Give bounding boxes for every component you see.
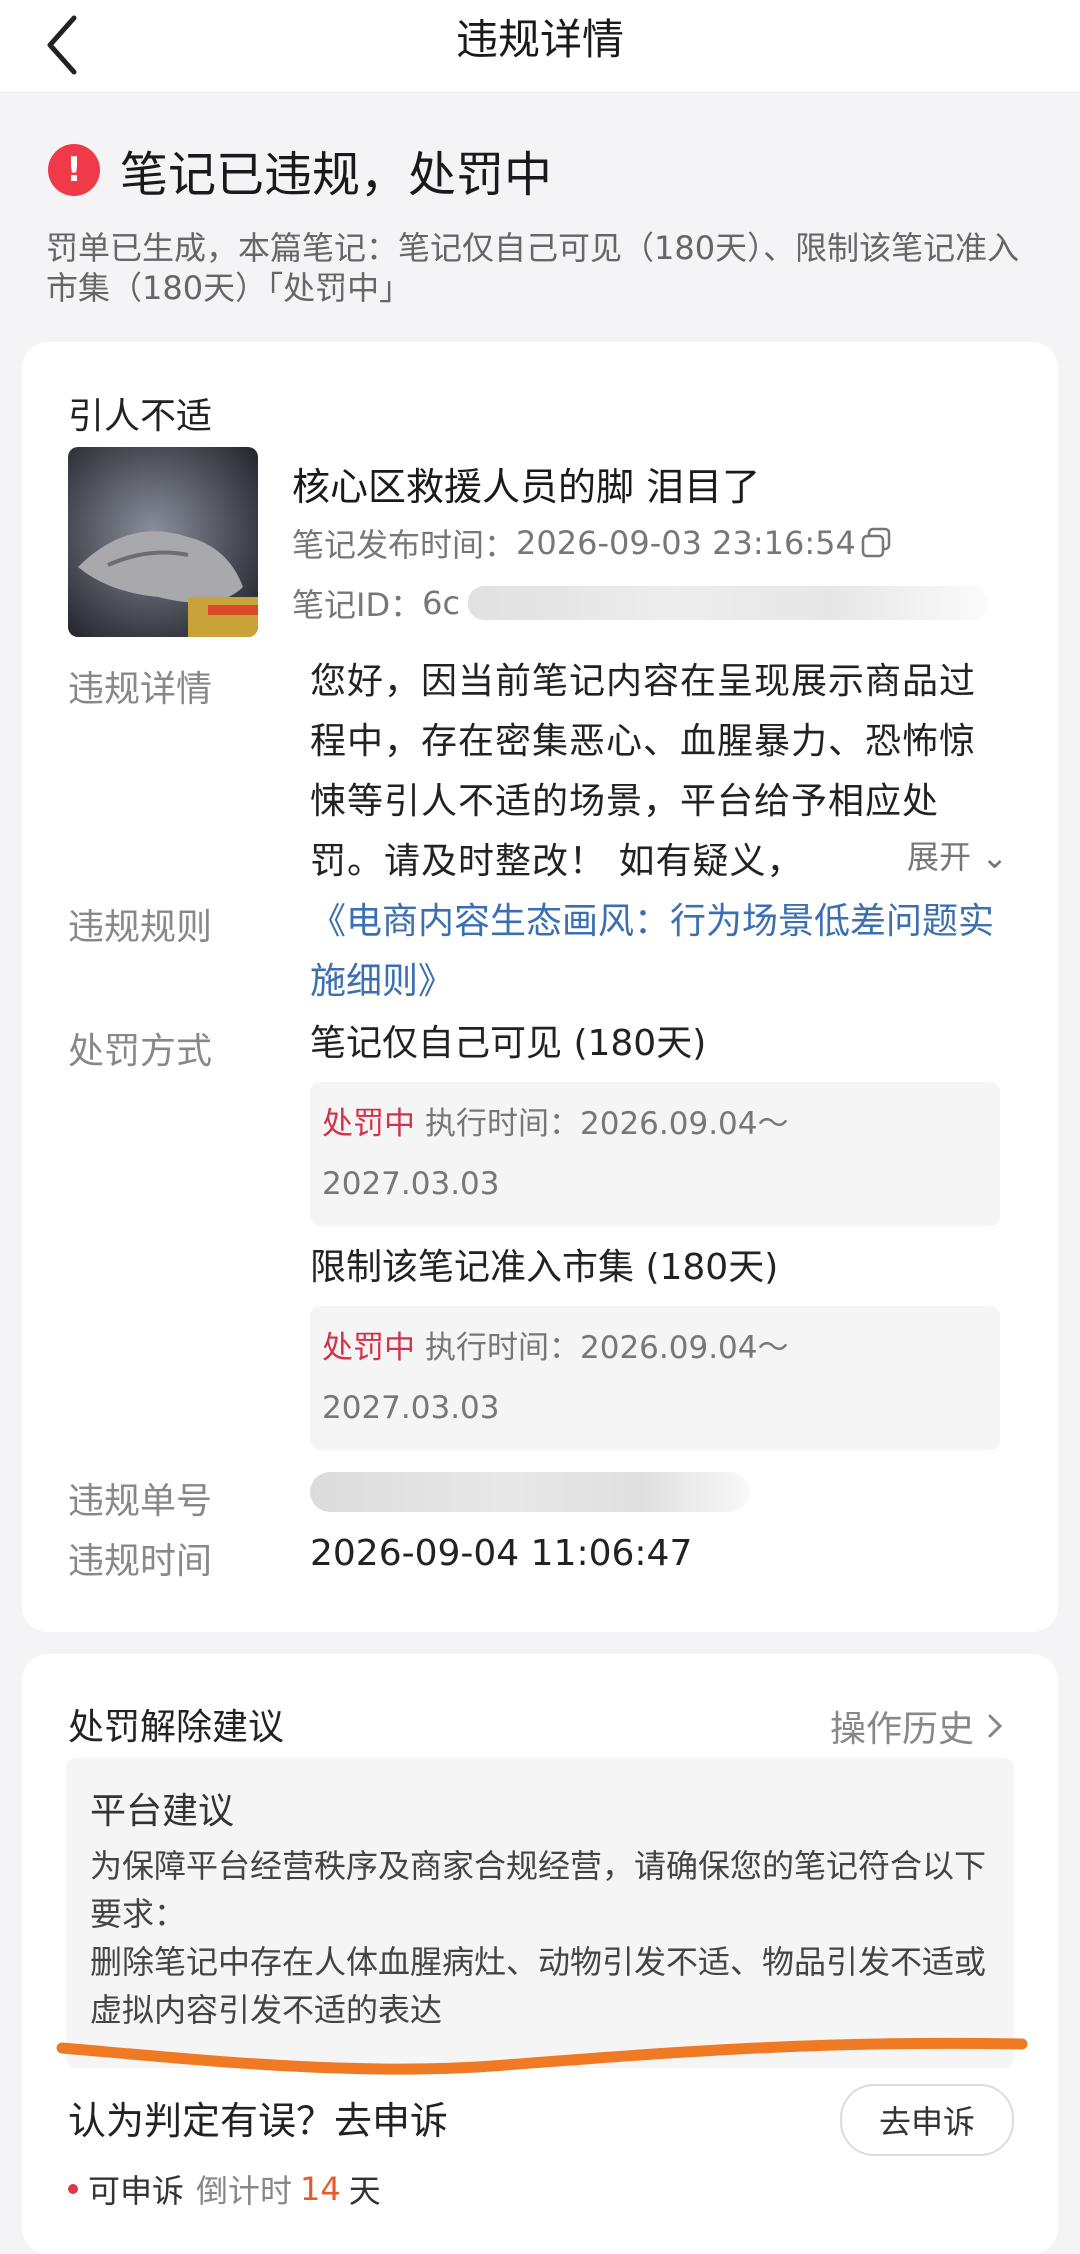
note-publish-time: 笔记发布时间： 2026-09-03 23:16:54: [292, 520, 894, 566]
penalty-label: 处罚方式: [68, 1031, 213, 1072]
exclamation-icon: !: [48, 144, 100, 196]
penalty-status-2: 处罚中: [322, 1330, 415, 1366]
time-value: 2026-09-04 11:06:47: [310, 1533, 693, 1574]
suggestion-card: 处罚解除建议 操作历史 平台建议 为保障平台经营秩序及商家合规经营，请确保您的笔…: [22, 1654, 1058, 2254]
thumbnail-image: [68, 447, 258, 637]
order-number-redacted: [310, 1472, 750, 1512]
expand-button[interactable]: 展开 ⌄: [897, 832, 1008, 878]
redacted-blur: [468, 586, 989, 620]
appeal-button[interactable]: 去申诉: [840, 2084, 1014, 2156]
platform-suggestion-title: 平台建议: [90, 1791, 235, 1832]
violation-category: 引人不适: [68, 396, 213, 437]
penalty-start-2: 2026.09.04～: [580, 1330, 789, 1366]
detail-label: 违规详情: [68, 669, 213, 710]
time-label: 违规时间: [68, 1541, 213, 1582]
alert-description: 罚单已生成，本篇笔记：笔记仅自己可见（180天）、限制该笔记准入市集（180天）…: [46, 229, 1020, 307]
suggestion-title: 处罚解除建议: [68, 1707, 285, 1748]
order-label: 违规单号: [68, 1481, 213, 1522]
penalty-exec-label-2: 执行时间：: [425, 1330, 580, 1366]
penalty-title-2: 限制该笔记准入市集 (180天): [310, 1247, 779, 1288]
note-id-label: 笔记ID：: [292, 586, 423, 624]
orange-highlight-stroke: [56, 2037, 1028, 2075]
top-bar: 违规详情: [0, 0, 1080, 93]
chevron-right-icon: [988, 1714, 1003, 1738]
note-title: 核心区救援人员的脚 泪目了: [292, 465, 761, 509]
appeal-status-label: 可申诉: [88, 2172, 185, 2210]
operation-history-link[interactable]: 操作历史: [830, 1700, 1008, 1752]
penalty-exec-label-1: 执行时间：: [425, 1106, 580, 1142]
penalty-box-2: 处罚中 执行时间：2026.09.04～ 2027.03.03: [310, 1306, 1000, 1450]
alert-title: 笔记已违规，处罚中: [120, 147, 553, 203]
penalty-end-2: 2027.03.03: [322, 1390, 500, 1426]
chevron-down-icon: ⌄: [981, 838, 1008, 876]
penalty-box-1: 处罚中 执行时间：2026.09.04～ 2027.03.03: [310, 1082, 1000, 1226]
appeal-status: 可申诉 倒计时 14 天: [68, 2166, 381, 2212]
history-label: 操作历史: [829, 1709, 974, 1750]
platform-suggestion-text-1: 为保障平台经营秩序及商家合规经营，请确保您的笔记符合以下要求：: [90, 1847, 987, 1933]
appeal-question: 认为判定有误？去申诉: [68, 2099, 449, 2143]
platform-suggestion-text-2: 删除笔记中存在人体血腥病灶、动物引发不适、物品引发不适或虚拟内容引发不适的表达: [90, 1943, 987, 2029]
expand-label: 展开: [907, 838, 972, 876]
countdown-unit: 天: [348, 2172, 381, 2210]
violation-alert: ! 笔记已违规，处罚中: [48, 140, 552, 203]
violation-card: 引人不适 核心区救援人员的脚 泪目了 笔记发布时间： 2026-09-03 23…: [22, 342, 1058, 1632]
rule-link[interactable]: 《电商内容生态画风：行为场景低差问题实施细则》: [310, 892, 1010, 1012]
publish-time-value: 2026-09-03 23:16:54: [516, 524, 856, 562]
countdown-label: 倒计时: [196, 2172, 293, 2210]
note-thumbnail[interactable]: [68, 447, 258, 637]
penalty-start-1: 2026.09.04～: [580, 1106, 789, 1142]
page-title: 违规详情: [455, 15, 624, 64]
rule-label: 违规规则: [68, 907, 213, 948]
penalty-end-1: 2027.03.03: [322, 1166, 500, 1202]
penalty-title-1: 笔记仅自己可见 (180天): [310, 1023, 707, 1064]
copy-icon[interactable]: [860, 526, 894, 560]
status-dot: [68, 2184, 78, 2194]
note-id: 笔记ID： 6c: [292, 580, 989, 626]
note-id-value: 6c: [422, 584, 461, 622]
penalty-status-1: 处罚中: [322, 1106, 415, 1142]
countdown-days: 14: [300, 2170, 341, 2208]
publish-time-label: 笔记发布时间：: [292, 526, 517, 564]
